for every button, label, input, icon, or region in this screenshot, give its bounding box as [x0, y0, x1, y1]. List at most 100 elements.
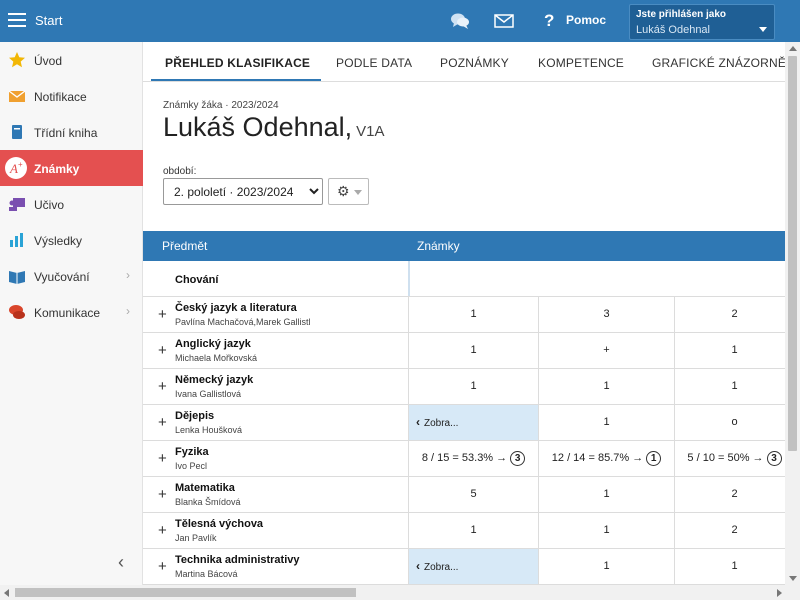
grade-cell[interactable]: 1 — [674, 369, 785, 404]
expand-icon[interactable]: + — [158, 414, 167, 431]
table-header: Předmět Známky — [143, 231, 785, 261]
page-subtitle: Známky žáka · 2023/2024 — [163, 100, 279, 111]
svg-text:A: A — [9, 161, 18, 176]
tab-kompetence[interactable]: KOMPETENCE — [538, 56, 624, 70]
chat-icon — [9, 305, 25, 319]
grade-cell[interactable]: + — [538, 333, 674, 368]
grade-cell[interactable]: 2 — [674, 297, 785, 332]
grade-cell[interactable]: 8 / 15 = 53.3% → 3 — [408, 441, 538, 476]
mail-icon[interactable] — [494, 11, 514, 31]
grade-cell[interactable]: 1 — [674, 333, 785, 368]
grade-cell[interactable]: 3 — [538, 297, 674, 332]
teacher-name: Martina Bácová — [175, 569, 238, 579]
grade-cell[interactable]: 1 — [538, 513, 674, 548]
grade-cell[interactable]: 1 — [408, 297, 538, 332]
grades-table: Předmět Známky Chování + Český jazyk a l… — [143, 231, 785, 585]
tab-bar: PŘEHLED KLASIFIKACE PODLE DATA POZNÁMKY … — [143, 42, 800, 82]
subject-name: Fyzika — [175, 446, 209, 458]
app-title[interactable]: Start — [35, 13, 62, 28]
sidebar-item-notifikace[interactable]: Notifikace — [0, 78, 143, 114]
scrollbar-thumb[interactable] — [788, 56, 797, 451]
chevron-left-icon: ‹ — [416, 559, 420, 573]
horizontal-scrollbar[interactable] — [0, 585, 800, 600]
grade-cell[interactable]: 1 — [408, 369, 538, 404]
collapsed-grades-cell[interactable]: ‹ Zobra... — [408, 549, 538, 584]
chat-bubbles-icon[interactable] — [450, 11, 470, 31]
user-login-label: Jste přihlášen jako — [636, 9, 727, 20]
collapsed-label: Zobra... — [424, 562, 459, 573]
grade-cell[interactable]: 5 / 10 = 50% → 3 — [674, 441, 785, 476]
sidebar-item-tridni-kniha[interactable]: Třídní kniha — [0, 114, 143, 150]
expand-icon[interactable]: + — [158, 342, 167, 359]
sidebar-item-label: Třídní kniha — [34, 126, 98, 140]
settings-dropdown-button[interactable]: ⚙ — [328, 178, 369, 205]
active-tab-indicator — [151, 79, 321, 81]
grade-cell[interactable]: 12 / 14 = 85.7% → 1 — [538, 441, 674, 476]
period-select[interactable]: 2. pololetí · 2023/2024 — [163, 178, 323, 205]
vertical-scrollbar[interactable] — [785, 42, 800, 585]
user-menu[interactable]: Jste přihlášen jako Lukáš Odehnal — [629, 4, 775, 40]
table-row: + Německý jazyk Ivana Gallistlová 1 1 1 — [143, 369, 785, 405]
scroll-left-icon[interactable] — [4, 589, 9, 597]
grade-cell[interactable]: 1 — [538, 405, 674, 440]
sidebar-item-ucivo[interactable]: Učivo — [0, 186, 143, 222]
grade-cell[interactable]: 2 — [674, 513, 785, 548]
grade-cell[interactable]: 2 — [674, 477, 785, 512]
student-name: Lukáš Odehnal, — [163, 112, 353, 142]
sidebar-item-vysledky[interactable]: Výsledky — [0, 222, 143, 258]
percentage-text: 5 / 10 = 50% → — [687, 452, 764, 464]
tab-poznamky[interactable]: POZNÁMKY — [440, 56, 509, 70]
percentage-text: 8 / 15 = 53.3% → — [421, 452, 508, 464]
grade-cell[interactable]: 1 — [538, 549, 674, 584]
expand-icon[interactable]: + — [158, 378, 167, 395]
gear-icon: ⚙ — [337, 183, 350, 199]
tab-prehled-klasifikace[interactable]: PŘEHLED KLASIFIKACE — [165, 56, 310, 70]
grade-cell[interactable]: 1 — [538, 477, 674, 512]
grade-cell[interactable]: 1 — [408, 513, 538, 548]
expand-icon[interactable]: + — [158, 558, 167, 575]
collapse-sidebar-icon[interactable]: ‹ — [118, 552, 124, 573]
hamburger-menu-icon[interactable] — [8, 13, 26, 27]
expand-icon[interactable]: + — [158, 306, 167, 323]
sidebar-item-znamky[interactable]: A + Známky — [0, 150, 143, 186]
grade-cell[interactable]: 1 — [674, 549, 785, 584]
subject-name: Technika administrativy — [175, 554, 300, 566]
table-row: + Český jazyk a literatura Pavlína Macha… — [143, 297, 785, 333]
grade-badge: 3 — [766, 450, 782, 466]
sidebar-item-uvod[interactable]: Úvod — [0, 42, 143, 78]
envelope-icon — [8, 90, 26, 102]
teacher-name: Ivana Gallistlová — [175, 389, 242, 399]
tab-graficke-znazorneni[interactable]: GRAFICKÉ ZNÁZORNĚNÍ — [652, 56, 798, 70]
caret-down-icon — [354, 190, 362, 195]
student-class: V1A — [356, 123, 385, 140]
subject-name: Dějepis — [175, 410, 215, 422]
subject-name: Český jazyk a literatura — [175, 302, 297, 314]
collapsed-grades-cell[interactable]: ‹ Zobra... — [408, 405, 538, 440]
help-icon[interactable]: ? — [544, 11, 554, 31]
help-link[interactable]: Pomoc — [566, 13, 606, 27]
presentation-icon — [9, 198, 25, 211]
expand-icon[interactable]: + — [158, 486, 167, 503]
collapsed-label: Zobra... — [424, 418, 459, 429]
scroll-right-icon[interactable] — [777, 589, 782, 597]
grade-cell[interactable]: 5 — [408, 477, 538, 512]
chevron-right-icon: › — [126, 304, 130, 318]
sidebar-item-komunikace[interactable]: Komunikace › — [0, 294, 143, 330]
table-row: + Anglický jazyk Michaela Mořkovská 1 + … — [143, 333, 785, 369]
grade-cell[interactable]: 1 — [408, 333, 538, 368]
tab-podle-data[interactable]: PODLE DATA — [336, 56, 412, 70]
teacher-name: Ivo Pecl — [175, 461, 208, 471]
grade-cell[interactable]: o — [674, 405, 785, 440]
subject-name: Anglický jazyk — [175, 338, 251, 350]
teacher-name: Jan Pavlík — [175, 533, 217, 543]
percentage-text: 12 / 14 = 85.7% → — [551, 452, 644, 464]
expand-icon[interactable]: + — [158, 522, 167, 539]
caret-down-icon — [759, 27, 767, 32]
grade-cell[interactable]: 1 — [538, 369, 674, 404]
scroll-down-icon[interactable] — [789, 576, 797, 581]
sidebar-item-vyucovani[interactable]: Vyučování › — [0, 258, 143, 294]
sidebar-item-label: Známky — [34, 162, 80, 176]
scroll-up-icon[interactable] — [789, 46, 797, 51]
scrollbar-thumb[interactable] — [15, 588, 356, 597]
expand-icon[interactable]: + — [158, 450, 167, 467]
